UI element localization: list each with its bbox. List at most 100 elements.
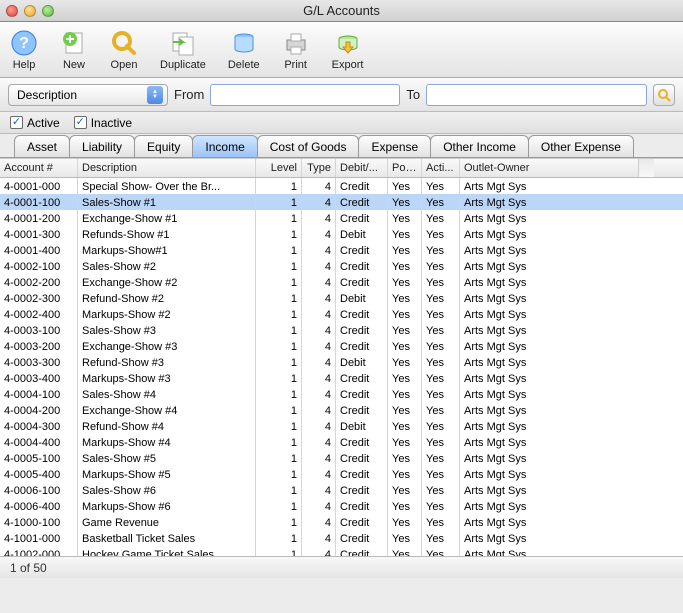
table-row[interactable]: 4-0003-100Sales-Show #314CreditYesYesArt… [0, 322, 683, 338]
cell-dc: Credit [336, 498, 388, 514]
table-row[interactable]: 4-1001-000Basketball Ticket Sales14Credi… [0, 530, 683, 546]
cell-type: 4 [302, 274, 336, 290]
table-row[interactable]: 4-0002-100Sales-Show #214CreditYesYesArt… [0, 258, 683, 274]
delete-button[interactable]: Delete [228, 29, 260, 71]
table-row[interactable]: 4-0001-000Special Show- Over the Br...14… [0, 178, 683, 194]
tab-bar: AssetLiabilityEquityIncomeCost of GoodsE… [0, 134, 683, 158]
print-button[interactable]: Print [282, 29, 310, 71]
cell-posted: Yes [388, 258, 422, 274]
export-button[interactable]: Export [332, 29, 364, 71]
cell-owner: Arts Mgt Sys [460, 338, 638, 354]
table-row[interactable]: 4-1000-100Game Revenue14CreditYesYesArts… [0, 514, 683, 530]
search-field-select[interactable]: Description ▲▼ [8, 84, 168, 106]
inactive-checkbox[interactable]: ✓ Inactive [74, 116, 132, 130]
help-button[interactable]: ? Help [10, 29, 38, 71]
col-owner[interactable]: Outlet-Owner [460, 159, 638, 177]
cell-owner: Arts Mgt Sys [460, 482, 638, 498]
cell-level: 1 [256, 226, 302, 242]
tab-income[interactable]: Income [192, 135, 257, 157]
cell-level: 1 [256, 370, 302, 386]
cell-level: 1 [256, 482, 302, 498]
table-row[interactable]: 4-1002-000Hockey Game Ticket Sales14Cred… [0, 546, 683, 556]
table-row[interactable]: 4-0002-200Exchange-Show #214CreditYesYes… [0, 274, 683, 290]
cell-acct: 4-1001-000 [0, 530, 78, 546]
checkmark-icon: ✓ [74, 116, 87, 129]
table-row[interactable]: 4-0003-300Refund-Show #314DebitYesYesArt… [0, 354, 683, 370]
table-row[interactable]: 4-0004-400Markups-Show #414CreditYesYesA… [0, 434, 683, 450]
table-row[interactable]: 4-0001-300Refunds-Show #114DebitYesYesAr… [0, 226, 683, 242]
grid-rows[interactable]: 4-0001-000Special Show- Over the Br...14… [0, 178, 683, 556]
cell-type: 4 [302, 290, 336, 306]
cell-acct: 4-0005-400 [0, 466, 78, 482]
cell-active: Yes [422, 210, 460, 226]
col-type[interactable]: Type [302, 159, 336, 177]
toolbar: ? Help New Open Duplicate Delete Print E… [0, 22, 683, 78]
table-row[interactable]: 4-0001-400Markups-Show#114CreditYesYesAr… [0, 242, 683, 258]
minimize-icon[interactable] [24, 5, 36, 17]
cell-acct: 4-0001-400 [0, 242, 78, 258]
checkmark-icon: ✓ [10, 116, 23, 129]
cell-acct: 4-0002-300 [0, 290, 78, 306]
open-button[interactable]: Open [110, 29, 138, 71]
cell-dc: Credit [336, 194, 388, 210]
table-row[interactable]: 4-0003-200Exchange-Show #314CreditYesYes… [0, 338, 683, 354]
cell-level: 1 [256, 354, 302, 370]
open-icon [110, 29, 138, 57]
cell-desc: Refund-Show #2 [78, 290, 256, 306]
from-input[interactable] [210, 84, 400, 106]
cell-desc: Sales-Show #2 [78, 258, 256, 274]
duplicate-button[interactable]: Duplicate [160, 29, 206, 71]
tab-asset[interactable]: Asset [14, 135, 70, 157]
col-description[interactable]: Description [78, 159, 256, 177]
table-row[interactable]: 4-0004-100Sales-Show #414CreditYesYesArt… [0, 386, 683, 402]
tab-other-income[interactable]: Other Income [430, 135, 529, 157]
cell-active: Yes [422, 178, 460, 194]
table-row[interactable]: 4-0001-200Exchange-Show #114CreditYesYes… [0, 210, 683, 226]
col-account[interactable]: Account # [0, 159, 78, 177]
cell-dc: Credit [336, 178, 388, 194]
cell-owner: Arts Mgt Sys [460, 386, 638, 402]
cell-posted: Yes [388, 338, 422, 354]
table-row[interactable]: 4-0005-100Sales-Show #514CreditYesYesArt… [0, 450, 683, 466]
col-posted[interactable]: Pos... [388, 159, 422, 177]
col-active[interactable]: Acti... [422, 159, 460, 177]
cell-type: 4 [302, 402, 336, 418]
cell-posted: Yes [388, 482, 422, 498]
cell-dc: Credit [336, 546, 388, 556]
tab-equity[interactable]: Equity [134, 135, 193, 157]
table-row[interactable]: 4-0006-400Markups-Show #614CreditYesYesA… [0, 498, 683, 514]
cell-dc: Credit [336, 514, 388, 530]
table-row[interactable]: 4-0006-100Sales-Show #614CreditYesYesArt… [0, 482, 683, 498]
cell-level: 1 [256, 274, 302, 290]
zoom-icon[interactable] [42, 5, 54, 17]
cell-posted: Yes [388, 322, 422, 338]
cell-type: 4 [302, 210, 336, 226]
cell-posted: Yes [388, 290, 422, 306]
table-row[interactable]: 4-0005-400Markups-Show #514CreditYesYesA… [0, 466, 683, 482]
cell-level: 1 [256, 338, 302, 354]
close-icon[interactable] [6, 5, 18, 17]
table-row[interactable]: 4-0002-300Refund-Show #214DebitYesYesArt… [0, 290, 683, 306]
to-input[interactable] [426, 84, 647, 106]
active-checkbox[interactable]: ✓ Active [10, 116, 60, 130]
table-row[interactable]: 4-0001-100Sales-Show #114CreditYesYesArt… [0, 194, 683, 210]
tab-expense[interactable]: Expense [358, 135, 431, 157]
cell-owner: Arts Mgt Sys [460, 514, 638, 530]
grid-header: Account # Description Level Type Debit/.… [0, 159, 683, 178]
search-button[interactable] [653, 84, 675, 106]
traffic-lights [6, 5, 54, 17]
cell-type: 4 [302, 434, 336, 450]
col-debit-credit[interactable]: Debit/... [336, 159, 388, 177]
tab-cost-of-goods[interactable]: Cost of Goods [257, 135, 360, 157]
tab-other-expense[interactable]: Other Expense [528, 135, 634, 157]
new-button[interactable]: New [60, 29, 88, 71]
col-level[interactable]: Level [256, 159, 302, 177]
table-row[interactable]: 4-0004-300Refund-Show #414DebitYesYesArt… [0, 418, 683, 434]
table-row[interactable]: 4-0004-200Exchange-Show #414CreditYesYes… [0, 402, 683, 418]
tab-liability[interactable]: Liability [69, 135, 135, 157]
cell-active: Yes [422, 354, 460, 370]
cell-type: 4 [302, 354, 336, 370]
table-row[interactable]: 4-0002-400Markups-Show #214CreditYesYesA… [0, 306, 683, 322]
cell-acct: 4-0003-300 [0, 354, 78, 370]
table-row[interactable]: 4-0003-400Markups-Show #314CreditYesYesA… [0, 370, 683, 386]
